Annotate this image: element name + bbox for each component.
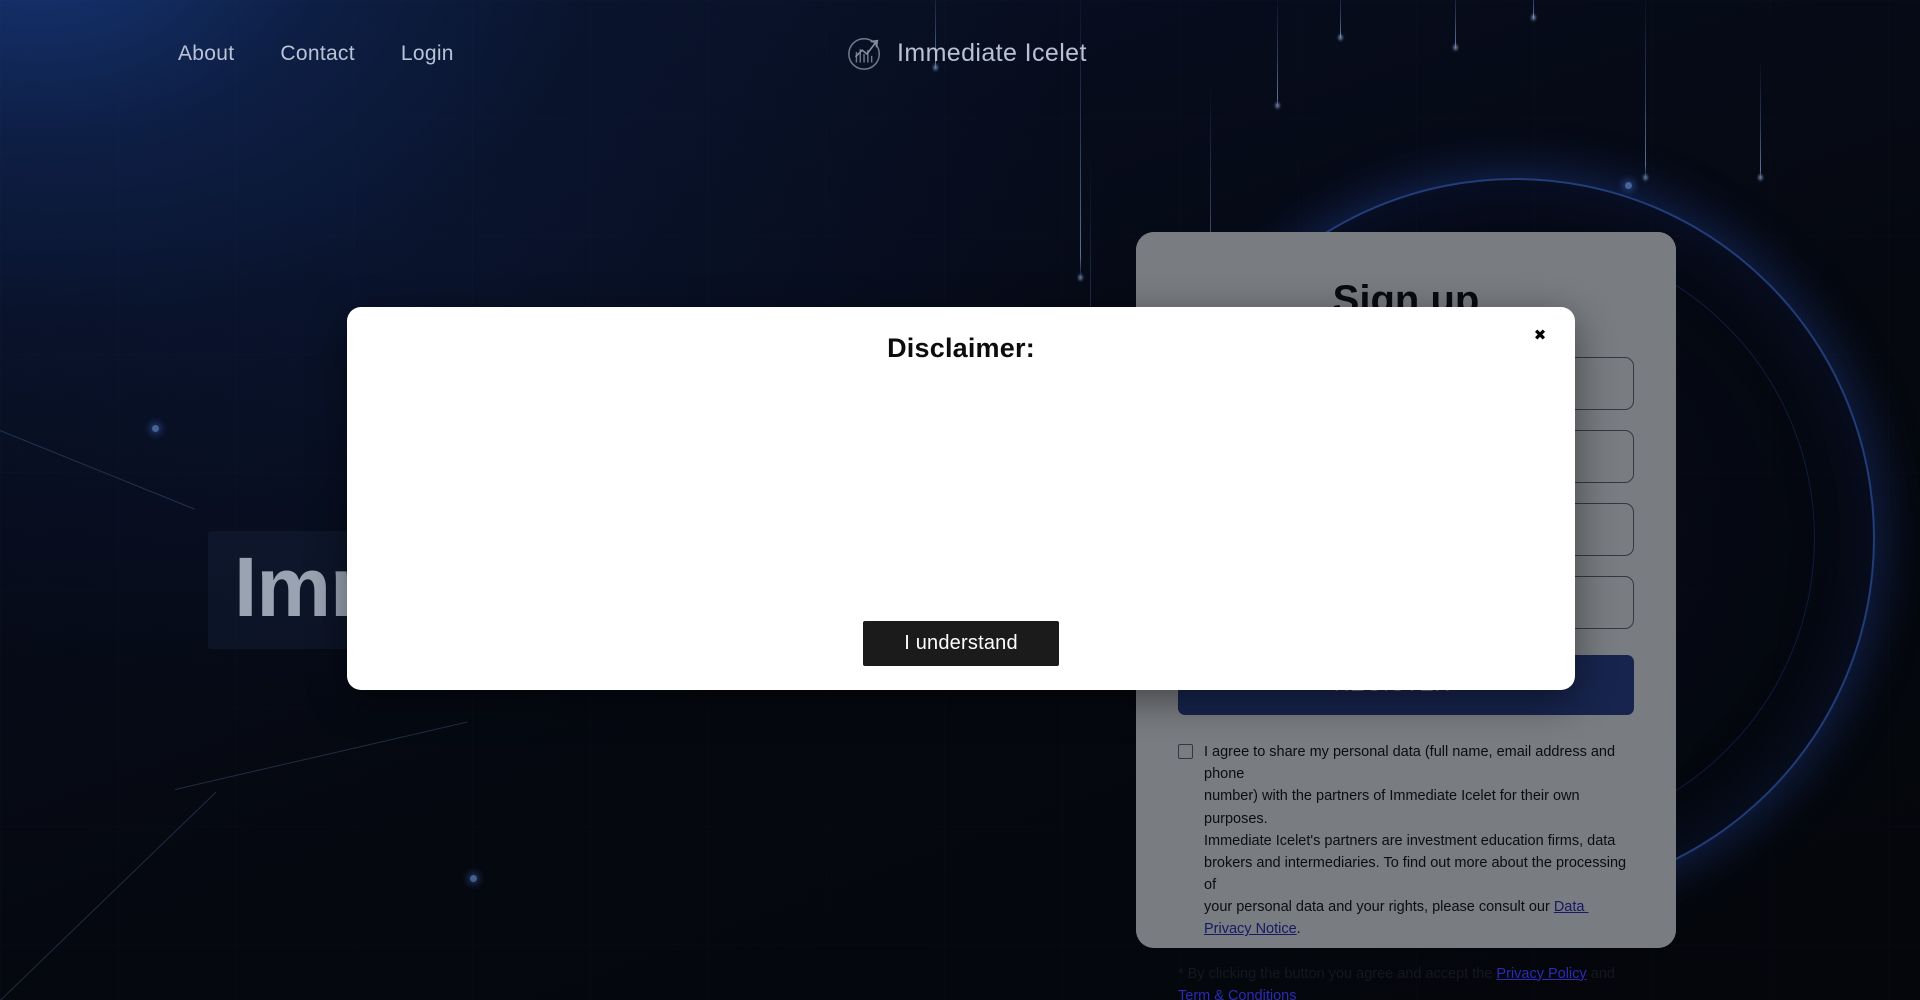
terms-middle: and <box>1586 965 1615 982</box>
disclaimer-modal: Disclaimer: ✖ I understand <box>347 307 1575 690</box>
consent-checkbox[interactable] <box>1178 744 1193 759</box>
i-understand-button[interactable]: I understand <box>863 621 1059 666</box>
brand-name: Immediate Icelet <box>897 38 1087 67</box>
chart-growth-circle-icon <box>848 37 881 70</box>
circuit-node <box>1625 182 1632 189</box>
nav-link-contact[interactable]: Contact <box>280 42 354 66</box>
close-icon[interactable]: ✖ <box>1527 322 1553 348</box>
terms-conditions-link[interactable]: Term & Conditions <box>1178 988 1296 1000</box>
consent-text-body: I agree to share my personal data (full … <box>1204 744 1627 916</box>
modal-title: Disclaimer: <box>887 333 1035 363</box>
privacy-policy-link[interactable]: Privacy Policy <box>1496 966 1586 982</box>
circuit-node <box>152 425 159 432</box>
nav-links: About Contact Login <box>178 42 454 66</box>
consent-text: I agree to share my personal data (full … <box>1204 741 1634 941</box>
page-root: About Contact Login Immediate Icelet Imm… <box>0 0 1920 1000</box>
terms-prefix: * By clicking the button you agree and a… <box>1178 965 1497 982</box>
circuit-node <box>470 875 477 882</box>
modal-body-text <box>391 383 1531 580</box>
nav-link-about[interactable]: About <box>178 42 234 66</box>
top-navigation-bar: About Contact Login Immediate Icelet <box>0 0 1920 110</box>
terms-text: * By clicking the button you agree and a… <box>1178 963 1634 1000</box>
nav-link-login[interactable]: Login <box>401 42 454 66</box>
consent-row: I agree to share my personal data (full … <box>1178 741 1634 941</box>
consent-text-end: . <box>1296 921 1301 938</box>
brand[interactable]: Immediate Icelet <box>846 34 1087 72</box>
